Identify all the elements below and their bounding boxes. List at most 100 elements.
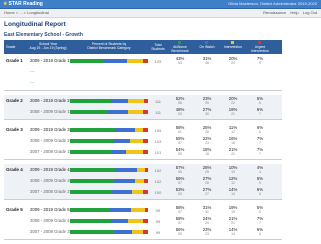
link-renaissance[interactable]: Renaissance <box>263 10 286 15</box>
category-count: 5 <box>259 210 261 214</box>
table-row[interactable]: 2007 - 2008 Grade 1 101 54% 55 18% 18 21% 21 7% 7 <box>4 147 282 158</box>
category-count: 24 <box>205 221 209 225</box>
bar-segment <box>132 230 144 234</box>
benchmark-bar <box>70 208 148 212</box>
category-count: 7 <box>259 152 261 156</box>
bar-segment <box>131 208 145 212</box>
group-divider <box>4 159 282 160</box>
category-count: 23 <box>205 141 209 145</box>
category-count: 21 <box>231 152 235 156</box>
category-count: 18 <box>205 152 209 156</box>
benchmark-bar <box>70 219 148 223</box>
category-cell: 56% 55 <box>170 227 190 236</box>
category-cell: 5% 5 <box>250 205 270 214</box>
benchmark-bar <box>70 190 148 194</box>
category-count: 31 <box>205 210 209 214</box>
benchmark-bar <box>70 150 148 154</box>
bar-segment <box>70 219 112 223</box>
grade-label: Grade 4 <box>6 167 23 172</box>
table-row[interactable]: ... <box>4 67 282 78</box>
table-row[interactable]: 2008 - 2009 Grade 3 102 56% 57 27% 28 12% 12 5% 5 <box>4 176 282 187</box>
category-count: 4 <box>259 170 261 174</box>
table-row[interactable]: Grade 1 2009 - 2019 Grade 1 125 43% 53 31% 38 2… <box>4 56 282 67</box>
table-row[interactable]: ... <box>4 78 282 89</box>
bar-segment <box>70 208 111 212</box>
bar-segment <box>144 179 148 183</box>
category-cell: 48% 53 <box>170 107 190 116</box>
school-year: 2009 - 2019 Grade 5 <box>30 207 70 212</box>
category-count: 7 <box>259 141 261 145</box>
school-year: 2008 - 2009 Grade 4 <box>30 218 70 223</box>
category-count: 55 <box>178 152 182 156</box>
category-cell: 31% 38 <box>197 56 217 65</box>
category-count: 22 <box>231 101 235 105</box>
grade-label: Grade 2 <box>6 98 23 103</box>
header-intervention: Intervention <box>224 45 242 49</box>
table-row[interactable]: 2007 - 2008 Grade 3 99 56% 55 23% 23 14% 14 6% 6 <box>4 227 282 238</box>
bar-segment <box>70 150 113 154</box>
table-row[interactable]: 2008 - 2009 Grade 2 103 55% 57 22% 23 16% 16 7% 7 <box>4 136 282 147</box>
school-year: 2009 - 2019 Grade 2 <box>30 98 70 103</box>
app-header: ★STAR Reading Olivia Masterson, District… <box>0 0 321 9</box>
bar-segment <box>144 168 148 172</box>
category-count: 16 <box>231 141 235 145</box>
school-title: East Elementary School - Growth <box>4 32 83 38</box>
table-row[interactable]: Grade 2 2009 - 2019 Grade 2 111 52% 58 23% 25 2… <box>4 96 282 107</box>
school-year: 2009 - 2019 Grade 4 <box>30 167 70 172</box>
bar-segment <box>142 59 148 63</box>
category-cell: 54% 55 <box>170 147 190 156</box>
bar-segment <box>111 219 129 223</box>
category-count: 21 <box>231 221 235 225</box>
breadcrumb[interactable]: Home > ... > Longitudinal <box>4 9 49 17</box>
star-logo-icon: ★ <box>3 1 8 7</box>
category-count: 14 <box>231 192 235 196</box>
bar-segment <box>143 110 148 114</box>
bar-segment <box>144 208 148 212</box>
bar-segment <box>70 168 115 172</box>
category-cell: 22% 23 <box>197 136 217 145</box>
grade-group: Grade 3 2009 - 2019 Grade 3 105 58% 61 25% 26 1… <box>4 124 282 159</box>
bar-segment <box>142 150 148 154</box>
category-cell: 21% 21 <box>223 216 243 225</box>
table-row[interactable]: 2007 - 2008 Grade 2 100 53% 53 27% 27 14% 14 6% 6 <box>4 187 282 198</box>
benchmark-bar <box>70 128 148 132</box>
total-students: 111 <box>154 99 162 104</box>
category-count: 25 <box>205 101 209 105</box>
category-cell: 43% 53 <box>170 56 190 65</box>
benchmark-bar <box>70 179 148 183</box>
category-cell: 6% 6 <box>250 227 270 236</box>
category-cell: 21% 21 <box>223 147 243 156</box>
school-year: 2007 - 2008 Grade 3 <box>30 229 70 234</box>
grade-label: Grade 3 <box>6 127 23 132</box>
bar-segment <box>115 128 135 132</box>
table-row[interactable]: 2008 - 2009 Grade 1 111 48% 53 27% 30 19% 21 6% 7 <box>4 107 282 118</box>
bar-segment <box>110 99 129 103</box>
table-row[interactable]: Grade 5 2009 - 2019 Grade 5 99 58% 57 31% 31 19… <box>4 205 282 216</box>
total-students: 99 <box>155 219 161 224</box>
bar-segment <box>143 230 148 234</box>
grade-group: Grade 2 2009 - 2019 Grade 2 111 52% 58 23% 25 2… <box>4 95 282 119</box>
bar-segment <box>142 139 148 143</box>
table-row[interactable]: 2008 - 2009 Grade 4 99 58% 57 24% 24 21% 21 7% 7 <box>4 216 282 227</box>
category-cell: 7% 7 <box>250 136 270 145</box>
link-logout[interactable]: Log Out <box>303 10 317 15</box>
category-cell: 20% 22 <box>223 96 243 105</box>
category-count: 19 <box>231 210 235 214</box>
bar-segment <box>110 208 132 212</box>
category-cell: 57% 58 <box>170 165 190 174</box>
header-school-year: School Year Aug 19 - Jun 19 (Spring) <box>29 42 67 50</box>
category-count: 58 <box>178 170 182 174</box>
category-cell: 11% 12 <box>223 125 243 134</box>
category-cell: 23% 25 <box>197 96 217 105</box>
link-help[interactable]: Help <box>290 10 298 15</box>
bar-segment <box>128 110 144 114</box>
category-cell: 58% 57 <box>170 216 190 225</box>
category-cell: 14% 14 <box>223 187 243 196</box>
bar-segment <box>143 190 148 194</box>
table-row[interactable]: Grade 4 2009 - 2019 Grade 4 102 57% 58 28% 29 1… <box>4 165 282 176</box>
group-divider <box>4 239 282 240</box>
category-count: 12 <box>231 181 235 185</box>
app-brand[interactable]: ★STAR Reading <box>3 0 43 8</box>
table-row[interactable]: Grade 3 2009 - 2019 Grade 3 105 58% 61 25% 26 1… <box>4 125 282 136</box>
category-count: 58 <box>178 101 182 105</box>
